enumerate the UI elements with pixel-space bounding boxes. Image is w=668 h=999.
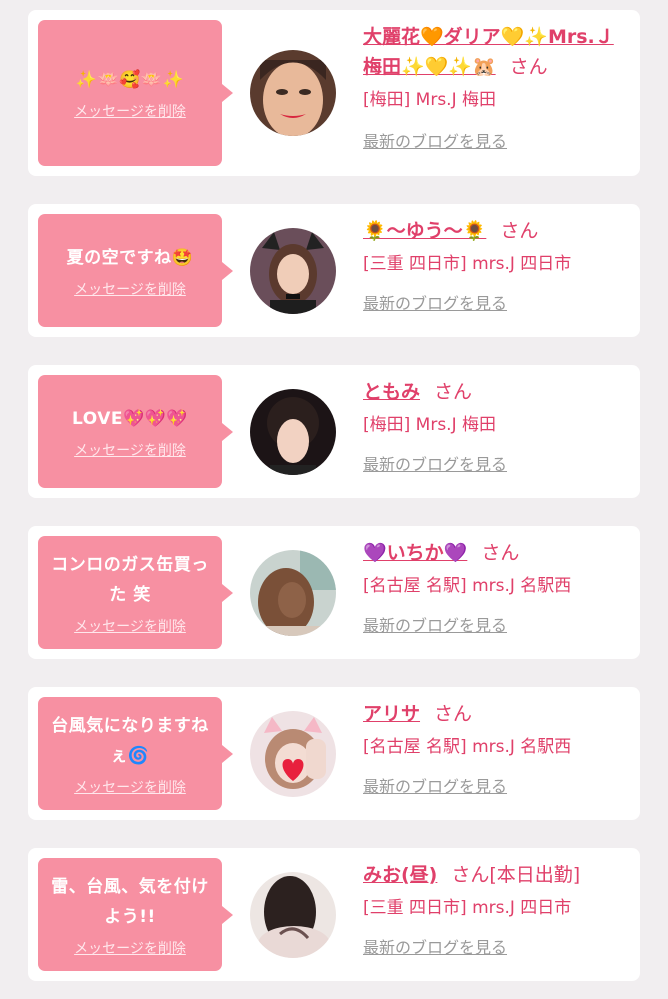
message-text: 夏の空ですね🤩 — [66, 247, 194, 268]
message-card: コンロのガス缶買った 笑 メッセージを削除 💜いちか💜 さん [名古屋 名駅] m… — [28, 526, 640, 659]
message-card: ✨🪷🥰🪷✨ メッセージを削除 大麗花🧡ダリア💛✨Mrs.Ｊ梅田✨💛✨🐹 さん [梅… — [28, 10, 640, 176]
message-text: LOVE💖💖💖 — [72, 408, 188, 429]
latest-blog-link[interactable]: 最新のブログを見る — [363, 451, 507, 475]
shop-name: [梅田] Mrs.J 梅田 — [363, 90, 497, 110]
latest-blog-link[interactable]: 最新のブログを見る — [363, 128, 507, 152]
message-card: 台風気になりますねぇ🌀 メッセージを削除 アリサ さん [名古屋 名駅] mrs.… — [28, 687, 640, 820]
delete-message-link[interactable]: メッセージを削除 — [74, 279, 186, 299]
avatar-image — [250, 228, 336, 314]
message-bubble: 夏の空ですね🤩 メッセージを削除 — [38, 214, 222, 327]
message-text: ✨🪷🥰🪷✨ — [75, 70, 185, 90]
avatar[interactable] — [250, 389, 336, 475]
message-bubble: ✨🪷🥰🪷✨ メッセージを削除 — [38, 20, 222, 166]
avatar-image — [250, 389, 336, 475]
cast-info: 💜いちか💜 さん [名古屋 名駅] mrs.J 名駅西 最新のブログを見る — [363, 538, 632, 636]
message-text: コンロのガス缶買った 笑 — [51, 554, 209, 605]
cast-info: アリサ さん [名古屋 名駅] mrs.J 名駅西 最新のブログを見る — [363, 699, 632, 797]
shop-name: [三重 四日市] mrs.J 四日市 — [363, 254, 572, 274]
honorific: さん — [434, 381, 473, 403]
avatar-image — [250, 550, 336, 636]
honorific: さん — [500, 220, 539, 242]
shop-name: [名古屋 名駅] mrs.J 名駅西 — [363, 576, 572, 596]
avatar[interactable] — [250, 550, 336, 636]
cast-name-link[interactable]: ともみ — [363, 381, 420, 403]
cast-info: 大麗花🧡ダリア💛✨Mrs.Ｊ梅田✨💛✨🐹 さん [梅田] Mrs.J 梅田 最新の… — [363, 22, 632, 152]
shop-name: [名古屋 名駅] mrs.J 名駅西 — [363, 737, 572, 757]
cast-info: みお(昼) さん[本日出勤] [三重 四日市] mrs.J 四日市 最新のブログを… — [363, 860, 632, 958]
message-text: 雷、台風、気を付けよう!! — [51, 876, 209, 927]
avatar[interactable] — [250, 872, 336, 958]
avatar[interactable] — [250, 711, 336, 797]
cast-info: 🌻〜ゆう〜🌻 さん [三重 四日市] mrs.J 四日市 最新のブログを見る — [363, 216, 632, 314]
honorific: さん — [509, 56, 548, 78]
avatar[interactable] — [250, 228, 336, 314]
message-text: 台風気になりますねぇ🌀 — [51, 715, 209, 766]
message-bubble: 雷、台風、気を付けよう!! メッセージを削除 — [38, 858, 222, 971]
avatar-image — [250, 872, 336, 958]
message-bubble: コンロのガス缶買った 笑 メッセージを削除 — [38, 536, 222, 649]
honorific: さん — [481, 542, 520, 564]
avatar-image — [250, 711, 336, 797]
avatar-image — [250, 50, 336, 136]
honorific: さん — [451, 864, 490, 886]
shop-name: [梅田] Mrs.J 梅田 — [363, 415, 497, 435]
latest-blog-link[interactable]: 最新のブログを見る — [363, 290, 507, 314]
delete-message-link[interactable]: メッセージを削除 — [74, 938, 186, 958]
cast-info: ともみ さん [梅田] Mrs.J 梅田 最新のブログを見る — [363, 377, 632, 475]
cast-name-link[interactable]: 大麗花🧡ダリア💛✨Mrs.Ｊ梅田✨💛✨🐹 — [363, 26, 614, 78]
latest-blog-link[interactable]: 最新のブログを見る — [363, 934, 507, 958]
avatar[interactable] — [250, 50, 336, 136]
latest-blog-link[interactable]: 最新のブログを見る — [363, 773, 507, 797]
cast-name-link[interactable]: 💜いちか💜 — [363, 542, 467, 564]
honorific: さん — [434, 703, 473, 725]
cast-name-link[interactable]: みお(昼) — [363, 864, 437, 886]
attendance-badge: [本日出勤] — [489, 864, 581, 886]
delete-message-link[interactable]: メッセージを削除 — [74, 101, 186, 121]
cast-name-link[interactable]: 🌻〜ゆう〜🌻 — [363, 220, 486, 242]
shop-name: [三重 四日市] mrs.J 四日市 — [363, 898, 572, 918]
latest-blog-link[interactable]: 最新のブログを見る — [363, 612, 507, 636]
delete-message-link[interactable]: メッセージを削除 — [74, 777, 186, 797]
message-card: 夏の空ですね🤩 メッセージを削除 🌻〜ゆう〜🌻 さん [三重 四日市] mrs.J… — [28, 204, 640, 337]
delete-message-link[interactable]: メッセージを削除 — [74, 440, 186, 460]
delete-message-link[interactable]: メッセージを削除 — [74, 616, 186, 636]
message-bubble: LOVE💖💖💖 メッセージを削除 — [38, 375, 222, 488]
cast-name-link[interactable]: アリサ — [363, 703, 420, 725]
message-card: 雷、台風、気を付けよう!! メッセージを削除 みお(昼) さん[本日出勤] [三重… — [28, 848, 640, 981]
message-bubble: 台風気になりますねぇ🌀 メッセージを削除 — [38, 697, 222, 810]
message-card: LOVE💖💖💖 メッセージを削除 ともみ さん [梅田] Mrs.J 梅田 最新の… — [28, 365, 640, 498]
